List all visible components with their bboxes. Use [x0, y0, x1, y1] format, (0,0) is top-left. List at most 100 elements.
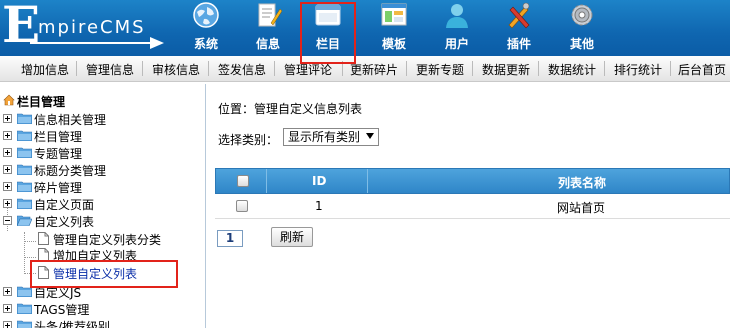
sidebar-item-fragments[interactable]: 碎片管理 — [0, 178, 205, 195]
expand-icon[interactable] — [3, 304, 12, 313]
category-select[interactable]: 显示所有类别 — [283, 128, 379, 146]
submenu-separator — [538, 61, 539, 76]
breadcrumb: 位置：管理自定义信息列表 — [218, 100, 362, 117]
header-list-name[interactable]: 列表名称 — [558, 174, 606, 191]
folder-icon — [17, 198, 32, 209]
nav-user-label: 用户 — [444, 37, 469, 51]
logo-text: mpireCMS — [38, 17, 146, 38]
submenu-separator — [406, 61, 407, 76]
submenu-sign-info[interactable]: 签发信息 — [218, 61, 266, 78]
sidebar-title-text: 栏目管理 — [17, 95, 66, 109]
sidebar-item-label: 头条/推荐级别 — [34, 320, 111, 328]
plugin-tools-icon — [508, 2, 530, 29]
document-icon — [38, 232, 49, 245]
folder-icon — [17, 113, 32, 124]
folder-icon — [17, 320, 32, 328]
table-row: 1 网站首页 — [215, 194, 730, 219]
row-list-name[interactable]: 网站首页 — [557, 199, 605, 216]
expand-icon[interactable] — [3, 114, 12, 123]
sidebar-item-column-manage[interactable]: 栏目管理 — [0, 127, 205, 144]
submenu-manage-info[interactable]: 管理信息 — [86, 61, 134, 78]
nav-system-label: 系统 — [193, 37, 218, 51]
table-header: ID 列表名称 — [215, 168, 730, 194]
sidebar-item-label: 碎片管理 — [34, 181, 83, 195]
expand-icon[interactable] — [3, 148, 12, 157]
submenu-separator — [604, 61, 605, 76]
folder-icon — [17, 303, 32, 314]
submenu-separator — [472, 61, 473, 76]
header-id[interactable]: ID — [312, 174, 326, 188]
submenu-separator — [76, 61, 77, 76]
select-all-checkbox[interactable] — [237, 175, 249, 187]
expand-icon[interactable] — [3, 287, 12, 296]
expand-icon[interactable] — [3, 321, 12, 328]
sidebar-tree: 栏目管理 信息相关管理 栏目管理 专题管理 标题分类管理 碎片管理 自定义页面 … — [0, 84, 206, 328]
sub-menu-bar: 增加信息 管理信息 审核信息 签发信息 管理评论 更新碎片 更新专题 数据更新 … — [0, 56, 730, 82]
folder-icon — [17, 164, 32, 175]
submenu-update-fragments[interactable]: 更新碎片 — [350, 61, 398, 78]
category-select-value: 显示所有类别 — [288, 130, 361, 144]
nav-template-label: 模板 — [381, 37, 406, 51]
open-folder-icon — [17, 215, 32, 226]
sidebar-item-label: TAGS管理 — [34, 303, 90, 317]
logo-arrow — [150, 37, 164, 49]
submenu-separator — [208, 61, 209, 76]
sidebar-item-info-related[interactable]: 信息相关管理 — [0, 110, 205, 127]
refresh-button[interactable]: 刷新 — [271, 227, 313, 247]
sidebar-item-topic-manage[interactable]: 专题管理 — [0, 144, 205, 161]
folder-icon — [17, 181, 32, 192]
page-number-box[interactable]: 1 — [217, 230, 243, 247]
sidebar-item-label: 标题分类管理 — [34, 164, 107, 178]
empirecms-logo: E mpireCMS — [0, 0, 180, 56]
home-icon — [3, 94, 15, 106]
expand-icon[interactable] — [3, 182, 12, 191]
submenu-separator — [142, 61, 143, 76]
column-separator — [367, 169, 368, 193]
column-separator — [266, 169, 267, 193]
sidebar-item-headline-level[interactable]: 头条/推荐级别 — [0, 317, 205, 328]
logo-underline — [30, 42, 152, 44]
submenu-data-stats[interactable]: 数据统计 — [548, 61, 596, 78]
category-filter-label: 选择类别： — [218, 133, 279, 147]
sidebar-item-custom-list[interactable]: 自定义列表 — [0, 212, 205, 229]
row-id: 1 — [315, 199, 323, 213]
submenu-data-update[interactable]: 数据更新 — [482, 61, 530, 78]
submenu-update-topics[interactable]: 更新专题 — [416, 61, 464, 78]
gear-icon — [571, 4, 593, 26]
main-content: 位置：管理自定义信息列表 选择类别： 显示所有类别 ID 列表名称 1 网站首页… — [207, 84, 730, 328]
expand-icon[interactable] — [3, 165, 12, 174]
sidebar-item-label: 信息相关管理 — [34, 113, 107, 127]
row-checkbox[interactable] — [236, 200, 248, 212]
sidebar-item-label: 专题管理 — [34, 147, 83, 161]
expand-icon[interactable] — [3, 131, 12, 140]
sidebar-item-custom-page[interactable]: 自定义页面 — [0, 195, 205, 212]
sidebar-item-tags-manage[interactable]: TAGS管理 — [0, 300, 205, 317]
nav-template[interactable]: 模板 — [366, 0, 422, 56]
globe-icon — [193, 2, 219, 28]
user-icon — [446, 4, 468, 28]
nav-other-label: 其他 — [569, 37, 594, 51]
submenu-add-info[interactable]: 增加信息 — [21, 61, 69, 78]
highlight-box-manage-custom-list — [30, 260, 178, 288]
folder-icon — [17, 147, 32, 158]
nav-other[interactable]: 其他 — [554, 0, 610, 56]
notepad-icon — [258, 3, 282, 27]
submenu-separator — [670, 61, 671, 76]
folder-icon — [17, 130, 32, 141]
sidebar-item-label: 栏目管理 — [34, 130, 83, 144]
breadcrumb-link[interactable]: 管理自定义信息列表 — [254, 102, 362, 116]
nav-info-label: 信息 — [255, 37, 280, 51]
nav-plugin[interactable]: 插件 — [491, 0, 547, 56]
chevron-down-icon — [366, 133, 374, 139]
nav-system[interactable]: 系统 — [178, 0, 234, 56]
collapse-icon[interactable] — [3, 216, 12, 225]
submenu-review-info[interactable]: 审核信息 — [152, 61, 200, 78]
expand-icon[interactable] — [3, 199, 12, 208]
nav-user[interactable]: 用户 — [429, 0, 485, 56]
sidebar-item-manage-list-category[interactable]: 管理自定义列表分类 — [0, 230, 205, 247]
sidebar-item-title-category[interactable]: 标题分类管理 — [0, 161, 205, 178]
submenu-admin-home[interactable]: 后台首页 — [678, 61, 726, 78]
submenu-ranking-stats[interactable]: 排行统计 — [614, 61, 662, 78]
submenu-separator — [274, 61, 275, 76]
nav-info[interactable]: 信息 — [240, 0, 296, 56]
